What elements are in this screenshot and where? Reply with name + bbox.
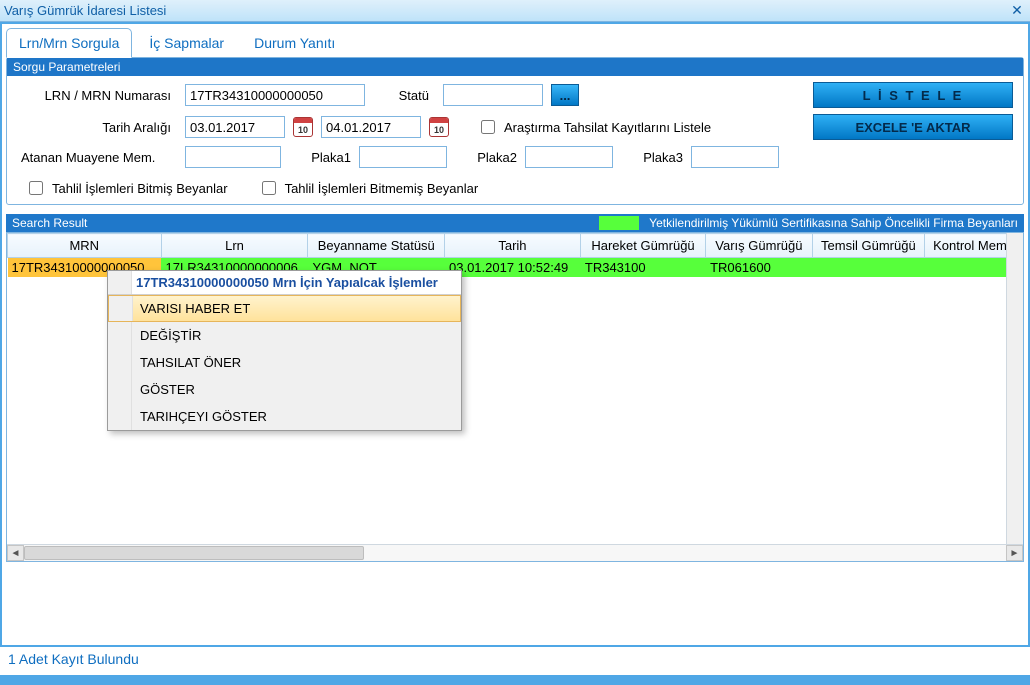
ctx-varisi-haber-et[interactable]: VARISI HABER ET	[108, 295, 461, 322]
plaka1-input[interactable]	[359, 146, 447, 168]
close-icon[interactable]: ✕	[1008, 2, 1026, 19]
grid-header-row: MRN Lrn Beyanname Statüsü Tarih Hareket …	[8, 234, 1023, 258]
plaka3-input[interactable]	[691, 146, 779, 168]
tahlil-bitmemis-checkbox[interactable]	[262, 181, 276, 195]
tahlil-bitmis-checkbox[interactable]	[29, 181, 43, 195]
vertical-scrollbar[interactable]	[1006, 233, 1023, 544]
col-tarih[interactable]: Tarih	[445, 234, 581, 258]
tab-lrn-mrn-sorgula[interactable]: Lrn/Mrn Sorgula	[6, 28, 132, 58]
atanan-muayene-input[interactable]	[185, 146, 281, 168]
tab-strip: Lrn/Mrn Sorgula İç Sapmalar Durum Yanıtı	[0, 22, 1030, 58]
cell-tarih: 03.01.2017 10:52:49	[445, 258, 581, 278]
tab-ic-sapmalar[interactable]: İç Sapmalar	[136, 28, 237, 58]
calendar-icon[interactable]: 10	[429, 117, 449, 137]
statu-lookup-button[interactable]: ...	[551, 84, 579, 106]
context-menu-title: 17TR34310000000050 Mrn İçin Yapıalcak İş…	[108, 271, 461, 295]
col-mrn[interactable]: MRN	[8, 234, 162, 258]
date-from-input[interactable]	[185, 116, 285, 138]
status-bar: 1 Adet Kayıt Bulundu	[0, 646, 1030, 671]
col-hareket-gumrugu[interactable]: Hareket Gümrüğü	[580, 234, 705, 258]
label-tahlil-bitmemis: Tahlil İşlemleri Bitmemiş Beyanlar	[285, 181, 479, 196]
legend-text: Yetkilendirilmiş Yükümlü Sertifikasına S…	[649, 216, 1018, 230]
result-grid-wrap: MRN Lrn Beyanname Statüsü Tarih Hareket …	[6, 232, 1024, 562]
legend-swatch	[599, 216, 639, 230]
label-plaka3: Plaka3	[633, 150, 683, 165]
label-lrn-mrn: LRN / MRN Numarası	[17, 88, 177, 103]
result-panel-title: Search Result	[12, 216, 87, 230]
scroll-track[interactable]	[24, 545, 1006, 561]
arastirma-tahsilat-checkbox[interactable]	[481, 120, 495, 134]
query-panel-header: Sorgu Parametreleri	[7, 58, 1023, 76]
window-resize-strip	[0, 675, 1030, 685]
col-varis-gumrugu[interactable]: Varış Gümrüğü	[706, 234, 813, 258]
col-beyanname-statusu[interactable]: Beyanname Statüsü	[308, 234, 445, 258]
scroll-right-arrow-icon[interactable]: ►	[1006, 545, 1023, 561]
cell-hareket: TR343100	[580, 258, 705, 278]
ctx-degistir[interactable]: DEĞİŞTİR	[108, 322, 461, 349]
horizontal-scrollbar[interactable]: ◄ ►	[7, 544, 1023, 561]
tab-durum-yaniti[interactable]: Durum Yanıtı	[241, 28, 348, 58]
result-legend: Yetkilendirilmiş Yükümlü Sertifikasına S…	[599, 216, 1018, 230]
window-titlebar: Varış Gümrük İdaresi Listesi ✕	[0, 0, 1030, 22]
calendar-icon[interactable]: 10	[293, 117, 313, 137]
cell-temsil	[812, 258, 924, 278]
ctx-tahsilat-oner[interactable]: TAHSILAT ÖNER	[108, 349, 461, 376]
excel-aktar-button[interactable]: EXCELE 'E AKTAR	[813, 114, 1013, 140]
label-tahlil-bitmis: Tahlil İşlemleri Bitmiş Beyanlar	[52, 181, 228, 196]
context-menu: 17TR34310000000050 Mrn İçin Yapıalcak İş…	[107, 270, 462, 431]
scroll-thumb[interactable]	[24, 546, 364, 560]
label-statu: Statü	[385, 88, 435, 103]
result-panel-header: Search Result Yetkilendirilmiş Yükümlü S…	[6, 214, 1024, 232]
col-temsil-gumrugu[interactable]: Temsil Gümrüğü	[812, 234, 924, 258]
col-lrn[interactable]: Lrn	[161, 234, 308, 258]
label-tarih-araligi: Tarih Aralığı	[17, 120, 177, 135]
query-panel: Sorgu Parametreleri LRN / MRN Numarası S…	[6, 57, 1024, 205]
window-title: Varış Gümrük İdaresi Listesi	[4, 3, 166, 18]
label-plaka2: Plaka2	[467, 150, 517, 165]
label-arastirma-tahsilat: Araştırma Tahsilat Kayıtlarını Listele	[504, 120, 711, 135]
statu-input[interactable]	[443, 84, 543, 106]
date-to-input[interactable]	[321, 116, 421, 138]
lrn-mrn-input[interactable]	[185, 84, 365, 106]
cell-varis: TR061600	[706, 258, 813, 278]
label-atanan-muayene: Atanan Muayene Mem.	[17, 150, 177, 165]
scroll-left-arrow-icon[interactable]: ◄	[7, 545, 24, 561]
plaka2-input[interactable]	[525, 146, 613, 168]
label-plaka1: Plaka1	[301, 150, 351, 165]
ctx-tarihceyi-goster[interactable]: TARIHÇEYI GÖSTER	[108, 403, 461, 430]
ctx-goster[interactable]: GÖSTER	[108, 376, 461, 403]
listele-button[interactable]: L İ S T E L E	[813, 82, 1013, 108]
